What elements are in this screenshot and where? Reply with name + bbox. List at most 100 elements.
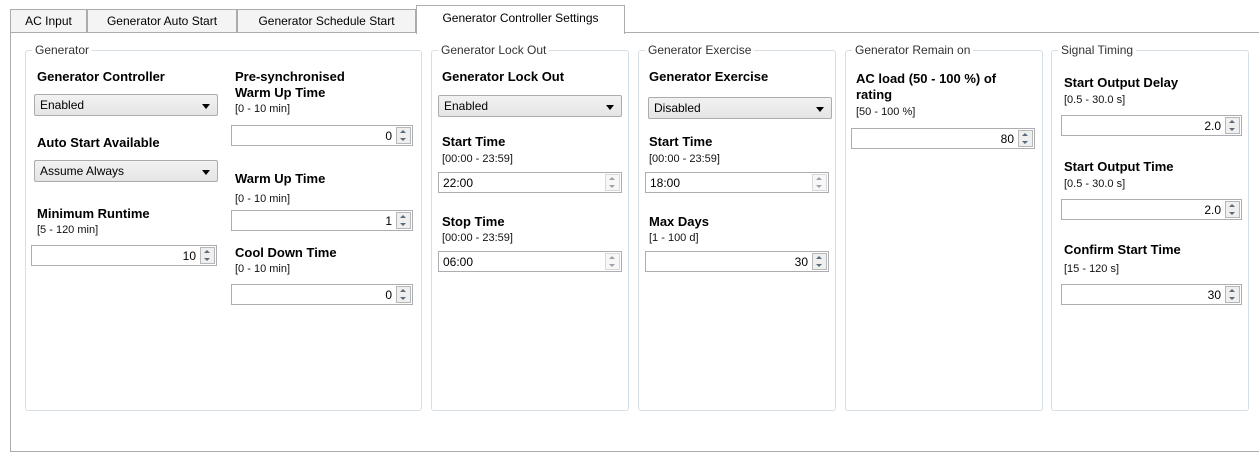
- chevron-down-icon: [606, 105, 614, 110]
- ac-load-label-line1: AC load (50 - 100 %) of: [856, 71, 997, 86]
- tab-generator-schedule-start[interactable]: Generator Schedule Start: [237, 9, 416, 32]
- decrement-icon[interactable]: [397, 136, 410, 143]
- start-output-delay-spinner[interactable]: [1225, 117, 1240, 134]
- decrement-icon[interactable]: [201, 256, 214, 263]
- generator-exercise-value: Disabled: [654, 101, 701, 115]
- generator-exercise-group-title: Generator Exercise: [645, 43, 755, 57]
- decrement-icon[interactable]: [1226, 295, 1239, 302]
- generator-lockout-group-title: Generator Lock Out: [438, 43, 550, 57]
- tab-generator-auto-start[interactable]: Generator Auto Start: [87, 9, 237, 32]
- lockout-stop-time-spinner[interactable]: [605, 253, 620, 270]
- increment-icon[interactable]: [813, 254, 826, 261]
- lockout-start-time-input[interactable]: 22:00: [438, 172, 622, 193]
- confirm-start-time-value: 30: [1207, 288, 1221, 302]
- start-output-time-label: Start Output Time: [1064, 159, 1174, 174]
- tab-generator-controller-settings[interactable]: Generator Controller Settings: [416, 5, 625, 34]
- generator-controller-dropdown[interactable]: Enabled: [34, 94, 218, 116]
- increment-icon[interactable]: [201, 248, 214, 255]
- ac-load-label-line2: rating: [856, 87, 893, 102]
- start-output-delay-range: [0.5 - 30.0 s]: [1064, 94, 1126, 106]
- presync-warmup-spinner[interactable]: [396, 127, 411, 144]
- increment-icon[interactable]: [606, 175, 619, 182]
- ac-load-spinner[interactable]: [1018, 130, 1033, 147]
- cooldown-time-value: 0: [385, 288, 392, 302]
- generator-exercise-label: Generator Exercise: [649, 69, 769, 84]
- decrement-icon[interactable]: [813, 262, 826, 269]
- decrement-icon[interactable]: [1019, 139, 1032, 146]
- presync-warmup-range: [0 - 10 min]: [235, 103, 291, 115]
- generator-lockout-dropdown[interactable]: Enabled: [438, 95, 622, 117]
- lockout-stop-time-label: Stop Time: [442, 214, 505, 229]
- increment-icon[interactable]: [1019, 131, 1032, 138]
- auto-start-available-value: Assume Always: [40, 164, 125, 178]
- chevron-down-icon: [816, 107, 824, 112]
- chevron-down-icon: [202, 170, 210, 175]
- increment-icon[interactable]: [1226, 118, 1239, 125]
- minimum-runtime-spinner[interactable]: [200, 247, 215, 264]
- confirm-start-time-label: Confirm Start Time: [1064, 242, 1181, 257]
- generator-group: Generator Generator Controller Enabled A…: [25, 43, 422, 411]
- auto-start-available-label: Auto Start Available: [37, 135, 160, 150]
- decrement-icon[interactable]: [606, 183, 619, 190]
- exercise-start-time-input[interactable]: 18:00: [645, 172, 829, 193]
- signal-timing-group: Signal Timing Start Output Delay [0.5 - …: [1051, 43, 1249, 411]
- chevron-down-icon: [202, 104, 210, 109]
- lockout-stop-time-value: 06:00: [443, 255, 474, 269]
- minimum-runtime-input[interactable]: 10: [31, 245, 217, 266]
- start-output-time-range: [0.5 - 30.0 s]: [1064, 178, 1126, 190]
- generator-lockout-label: Generator Lock Out: [442, 69, 565, 84]
- decrement-icon[interactable]: [606, 262, 619, 269]
- lockout-start-time-range: [00:00 - 23:59]: [442, 153, 513, 165]
- decrement-icon[interactable]: [397, 295, 410, 302]
- cooldown-time-range: [0 - 10 min]: [235, 263, 291, 275]
- increment-icon[interactable]: [1226, 287, 1239, 294]
- tab-ac-input[interactable]: AC Input: [10, 9, 87, 32]
- exercise-start-time-range: [00:00 - 23:59]: [649, 153, 720, 165]
- lockout-start-time-spinner[interactable]: [605, 174, 620, 191]
- cooldown-time-input[interactable]: 0: [231, 284, 413, 305]
- generator-lockout-group: Generator Lock Out Generator Lock Out En…: [431, 43, 629, 411]
- warmup-time-label: Warm Up Time: [235, 171, 326, 186]
- exercise-start-time-label: Start Time: [649, 134, 713, 149]
- minimum-runtime-range: [5 - 120 min]: [37, 224, 99, 236]
- decrement-icon[interactable]: [1226, 126, 1239, 133]
- max-days-spinner[interactable]: [812, 253, 827, 270]
- ac-load-input[interactable]: 80: [851, 128, 1035, 149]
- max-days-value: 30: [794, 255, 808, 269]
- increment-icon[interactable]: [397, 128, 410, 135]
- ac-load-range: [50 - 100 %]: [856, 106, 916, 118]
- presync-warmup-input[interactable]: 0: [231, 125, 413, 146]
- increment-icon[interactable]: [813, 175, 826, 182]
- generator-exercise-group: Generator Exercise Generator Exercise Di…: [638, 43, 836, 411]
- warmup-time-spinner[interactable]: [396, 212, 411, 229]
- warmup-time-input[interactable]: 1: [231, 210, 413, 231]
- lockout-stop-time-input[interactable]: 06:00: [438, 251, 622, 272]
- confirm-start-time-range: [15 - 120 s]: [1064, 263, 1120, 275]
- decrement-icon[interactable]: [397, 221, 410, 228]
- generator-controller-label: Generator Controller: [37, 69, 165, 84]
- confirm-start-time-input[interactable]: 30: [1061, 284, 1242, 305]
- generator-exercise-dropdown[interactable]: Disabled: [648, 97, 832, 119]
- increment-icon[interactable]: [1226, 202, 1239, 209]
- start-output-delay-input[interactable]: 2.0: [1061, 115, 1242, 136]
- cooldown-time-spinner[interactable]: [396, 286, 411, 303]
- lockout-start-time-label: Start Time: [442, 134, 506, 149]
- increment-icon[interactable]: [397, 287, 410, 294]
- decrement-icon[interactable]: [1226, 210, 1239, 217]
- lockout-stop-time-range: [00:00 - 23:59]: [442, 232, 513, 244]
- start-output-time-spinner[interactable]: [1225, 201, 1240, 218]
- start-output-time-input[interactable]: 2.0: [1061, 199, 1242, 220]
- increment-icon[interactable]: [606, 254, 619, 261]
- auto-start-available-dropdown[interactable]: Assume Always: [34, 160, 218, 182]
- increment-icon[interactable]: [397, 213, 410, 220]
- generator-lockout-value: Enabled: [444, 99, 489, 113]
- decrement-icon[interactable]: [813, 183, 826, 190]
- exercise-start-time-spinner[interactable]: [812, 174, 827, 191]
- max-days-input[interactable]: 30: [645, 251, 829, 272]
- start-output-time-value: 2.0: [1204, 203, 1221, 217]
- exercise-start-time-value: 18:00: [650, 176, 681, 190]
- max-days-label: Max Days: [649, 214, 709, 229]
- confirm-start-time-spinner[interactable]: [1225, 286, 1240, 303]
- minimum-runtime-value: 10: [182, 249, 196, 263]
- minimum-runtime-label: Minimum Runtime: [37, 206, 150, 221]
